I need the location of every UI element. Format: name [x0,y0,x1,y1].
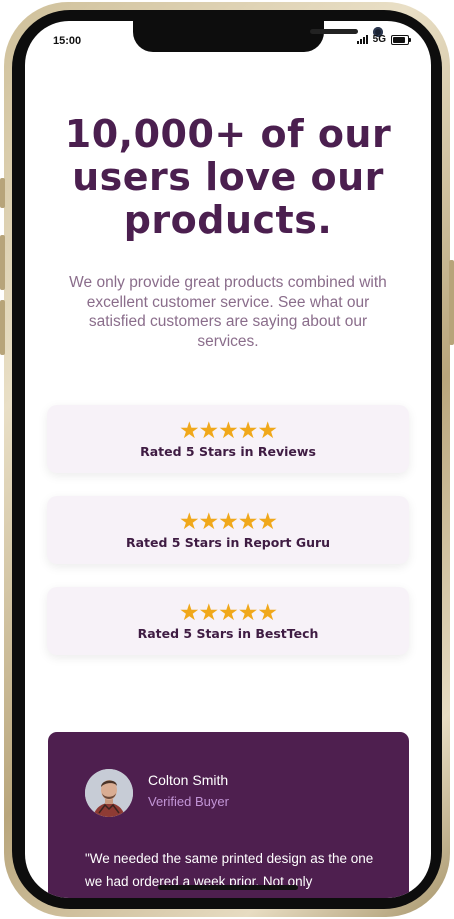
phone-screen: 15:00 5G 10,000+ of our users love our p… [25,21,431,898]
power-button [449,260,454,345]
testimonial-card: Colton Smith Verified Buyer "We needed t… [48,732,409,898]
status-time: 15:00 [53,35,82,47]
speaker-grille [310,29,358,34]
rating-label: Rated 5 Stars in Reviews [140,444,316,459]
page-subtitle: We only provide great products combined … [69,274,387,350]
side-button [0,178,5,208]
five-star-icon: ★★★★★ [178,418,278,444]
phone-mockup: 15:00 5G 10,000+ of our users love our p… [0,0,454,919]
volume-up-button [0,235,5,290]
verified-buyer-badge: Verified Buyer [148,794,229,809]
network-type: 5G [372,34,386,45]
rating-label: Rated 5 Stars in Report Guru [125,535,331,550]
home-indicator[interactable] [158,885,298,890]
battery-icon [391,34,411,45]
reviewer-name: Colton Smith [148,772,229,788]
status-indicators: 5G [356,34,411,45]
rating-card: ★★★★★ Rated 5 Stars in Report Guru [47,496,409,564]
volume-down-button [0,300,5,355]
cellular-signal-icon [356,35,368,44]
notch [133,21,383,52]
rating-card: ★★★★★ Rated 5 Stars in Reviews [47,405,409,473]
avatar [85,769,133,817]
rating-card: ★★★★★ Rated 5 Stars in BestTech [47,587,409,655]
five-star-icon: ★★★★★ [178,600,278,626]
five-star-icon: ★★★★★ [178,509,278,535]
rating-label: Rated 5 Stars in BestTech [137,626,319,641]
page-title: 10,000+ of our users love our products. [64,112,392,242]
